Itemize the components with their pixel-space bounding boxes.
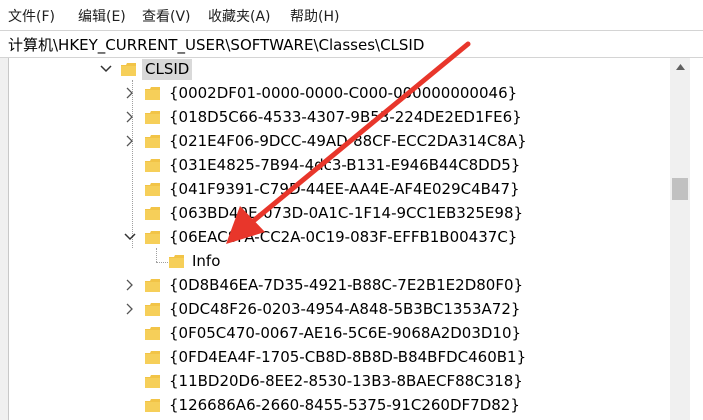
tree-node-label: {0F05C470-0067-AE16-5C6E-9068A2D03D10} xyxy=(169,324,522,342)
tree-node[interactable]: {11BD20D6-8EE2-8530-13B3-8BAECF88C318} xyxy=(9,370,669,394)
menu-view[interactable]: 查看(V) xyxy=(142,6,191,26)
tree-node-label: {126686A6-2660-8455-5375-91C260DF7D82} xyxy=(169,396,520,414)
menu-favorites[interactable]: 收藏夹(A) xyxy=(208,6,271,26)
tree-node[interactable]: {0FD4EA4F-1705-CB8D-8B8D-B84BFDC460B1} xyxy=(9,346,669,370)
tree-node[interactable]: {0DC48F26-0203-4954-A848-5B3BC1353A72} xyxy=(9,298,669,322)
folder-icon xyxy=(145,207,160,220)
folder-icon xyxy=(121,63,136,76)
left-pane-edge xyxy=(0,58,9,420)
folder-icon xyxy=(145,399,160,412)
folder-icon xyxy=(145,303,160,316)
folder-icon xyxy=(145,183,160,196)
tree-node-label: {018D5C66-4533-4307-9B53-224DE2ED1FE6} xyxy=(169,108,522,126)
folder-icon xyxy=(145,279,160,292)
menu-edit[interactable]: 编辑(E) xyxy=(78,6,126,26)
tree-node[interactable]: {126686A6-2660-8455-5375-91C260DF7D82} xyxy=(9,394,669,418)
chevron-right-icon[interactable] xyxy=(123,302,137,316)
folder-icon xyxy=(145,375,160,388)
scroll-up-arrow-icon[interactable] xyxy=(670,58,690,75)
menu-help[interactable]: 帮助(H) xyxy=(290,6,339,26)
tree-node[interactable]: {021E4F06-9DCC-49AD-88CF-ECC2DA314C8A} xyxy=(9,130,669,154)
tree-node-label: {041F9391-C79D-44EE-AA4E-AF4E029C4B47} xyxy=(169,180,520,198)
vertical-scrollbar[interactable] xyxy=(670,58,690,420)
right-edge xyxy=(690,58,703,420)
menu-file[interactable]: 文件(F) xyxy=(8,6,55,26)
tree-node[interactable]: {0F05C470-0067-AE16-5C6E-9068A2D03D10} xyxy=(9,322,669,346)
menu-bar: 文件(F) 编辑(E) 查看(V) 收藏夹(A) 帮助(H) xyxy=(0,0,703,30)
tree-node-label: {0D8B46EA-7D35-4921-B88C-7E2B1E2D80F0} xyxy=(169,276,524,294)
tree-node[interactable]: {041F9391-C79D-44EE-AA4E-AF4E029C4B47} xyxy=(9,178,669,202)
tree-node-expanded[interactable]: {06EAC8FA-CC2A-0C19-083F-EFFB1B00437C} xyxy=(9,226,669,250)
tree-node-label: {0DC48F26-0203-4954-A848-5B3BC1353A72} xyxy=(169,300,521,318)
tree-node[interactable]: {063BD40E-073D-0A1C-1F14-9CC1EB325E98} xyxy=(9,202,669,226)
scrollbar-thumb[interactable] xyxy=(672,178,688,200)
tree-node-label: Info xyxy=(192,252,221,270)
tree-node-label: {06EAC8FA-CC2A-0C19-083F-EFFB1B00437C} xyxy=(169,228,518,246)
tree-node-label: CLSID xyxy=(142,59,193,80)
folder-icon xyxy=(145,111,160,124)
tree-node-label: {021E4F06-9DCC-49AD-88CF-ECC2DA314C8A} xyxy=(169,132,527,150)
chevron-right-icon[interactable] xyxy=(123,134,137,148)
folder-icon xyxy=(145,159,160,172)
chevron-down-icon[interactable] xyxy=(123,230,137,244)
chevron-right-icon[interactable] xyxy=(123,86,137,100)
tree-node[interactable]: {018D5C66-4533-4307-9B53-224DE2ED1FE6} xyxy=(9,106,669,130)
tree-node-info[interactable]: Info xyxy=(9,250,669,274)
registry-tree: CLSID {0002DF01-0000-0000-C000-000000000… xyxy=(9,58,669,420)
folder-icon xyxy=(145,351,160,364)
tree-node[interactable]: {0D8B46EA-7D35-4921-B88C-7E2B1E2D80F0} xyxy=(9,274,669,298)
tree-node-label: {0002DF01-0000-0000-C000-000000000046} xyxy=(169,84,518,102)
chevron-right-icon[interactable] xyxy=(123,110,137,124)
folder-icon xyxy=(145,87,160,100)
folder-icon xyxy=(145,231,160,244)
address-bar[interactable]: 计算机\HKEY_CURRENT_USER\SOFTWARE\Classes\C… xyxy=(0,30,703,58)
folder-icon xyxy=(145,327,160,340)
chevron-down-icon[interactable] xyxy=(99,62,113,76)
folder-icon xyxy=(145,135,160,148)
chevron-right-icon[interactable] xyxy=(123,278,137,292)
address-path[interactable]: 计算机\HKEY_CURRENT_USER\SOFTWARE\Classes\C… xyxy=(8,34,424,55)
tree-node-label: {0FD4EA4F-1705-CB8D-8B8D-B84BFDC460B1} xyxy=(169,348,527,366)
tree-node-clsid[interactable]: CLSID xyxy=(9,58,669,82)
tree-node[interactable]: {031E4825-7B94-4dc3-B131-E946B44C8DD5} xyxy=(9,154,669,178)
tree-node-label: {063BD40E-073D-0A1C-1F14-9CC1EB325E98} xyxy=(169,204,524,222)
tree-node-label: {031E4825-7B94-4dc3-B131-E946B44C8DD5} xyxy=(169,156,521,174)
tree-node-label: {11BD20D6-8EE2-8530-13B3-8BAECF88C318} xyxy=(169,372,523,390)
tree-node[interactable]: {0002DF01-0000-0000-C000-000000000046} xyxy=(9,82,669,106)
folder-icon xyxy=(169,255,184,268)
